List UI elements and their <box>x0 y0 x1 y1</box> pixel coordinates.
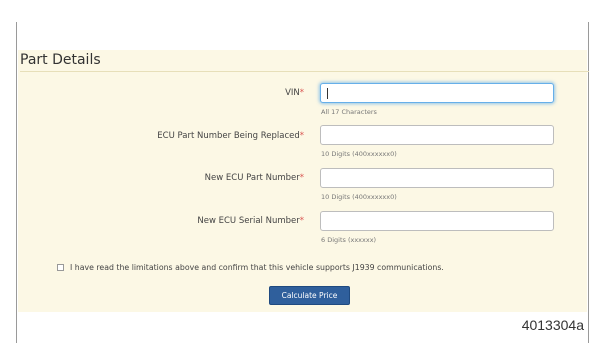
confirm-row: I have read the limitations above and co… <box>57 263 444 272</box>
new-ecu-part-number-input[interactable] <box>320 168 554 188</box>
ecu-part-number-replaced-label: ECU Part Number Being Replaced* <box>157 131 304 141</box>
new-ecu-serial-number-hint: 6 Digits (xxxxxx) <box>321 236 377 244</box>
required-marker: * <box>299 88 304 98</box>
vin-input[interactable] <box>320 83 554 103</box>
vin-hint: All 17 Characters <box>321 108 377 116</box>
calculate-price-button[interactable]: Calculate Price <box>269 286 350 305</box>
text-cursor <box>327 88 328 99</box>
ecu-part-number-replaced-hint: 10 Digits (400xxxxxx0) <box>321 150 397 158</box>
new-ecu-part-number-label: New ECU Part Number* <box>204 173 304 183</box>
confirm-checkbox[interactable] <box>57 264 64 271</box>
new-ecu-serial-number-input[interactable] <box>320 211 554 231</box>
section-title: Part Details <box>20 50 589 72</box>
vin-label: VIN* <box>285 88 304 98</box>
ecu-part-number-replaced-input[interactable] <box>320 125 554 145</box>
figure-id: 4013304a <box>521 317 584 333</box>
confirm-text: I have read the limitations above and co… <box>70 263 444 272</box>
required-marker: * <box>299 173 304 183</box>
required-marker: * <box>299 131 304 141</box>
required-marker: * <box>299 216 304 226</box>
new-ecu-serial-number-label: New ECU Serial Number* <box>197 216 304 226</box>
new-ecu-part-number-hint: 10 Digits (400xxxxxx0) <box>321 193 397 201</box>
